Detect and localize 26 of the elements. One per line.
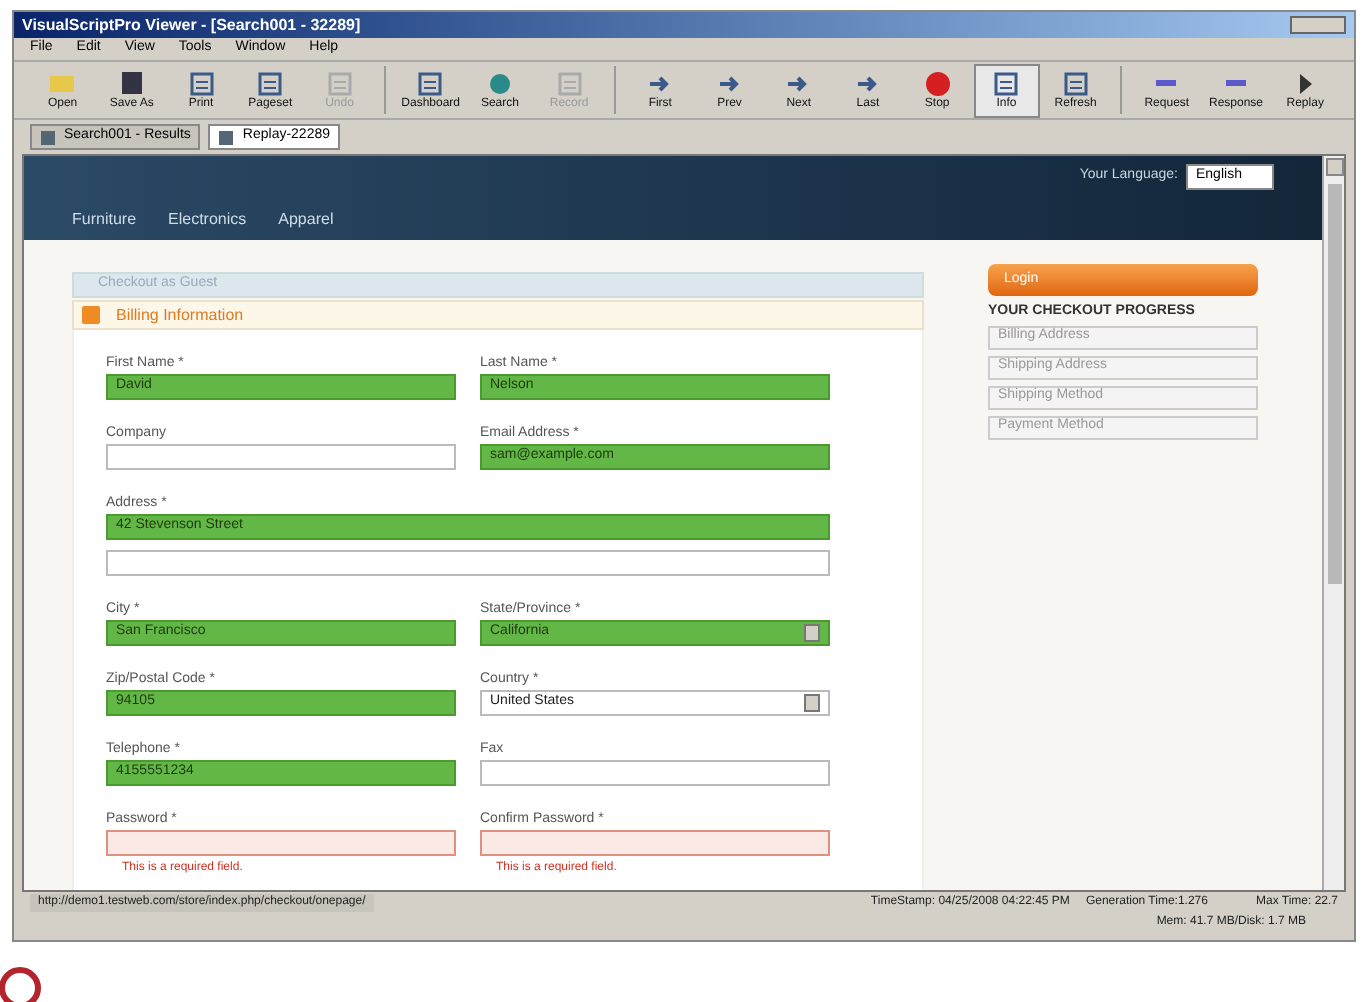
document-icon [187, 70, 216, 98]
input-field[interactable] [106, 550, 830, 576]
globe-icon [485, 70, 514, 98]
input-field[interactable] [106, 830, 456, 856]
section-icon [82, 306, 100, 324]
input-field[interactable] [106, 444, 456, 470]
stop-icon [923, 70, 952, 98]
section-title: Billing Information [116, 303, 244, 327]
document-icon [1061, 70, 1090, 98]
document-icon [992, 70, 1021, 98]
document-icon [256, 70, 285, 98]
document-icon [555, 70, 584, 98]
scroll-up-icon[interactable] [1325, 158, 1343, 176]
nav-link[interactable]: Electronics [168, 208, 247, 232]
nav-link[interactable]: Furniture [72, 208, 137, 232]
document-icon [416, 70, 445, 98]
input-field[interactable] [480, 760, 830, 786]
input-field[interactable] [480, 830, 830, 856]
window-title: VisualScriptPro Viewer - [Search001 - 32289] [22, 17, 361, 33]
scrollbar[interactable] [1322, 156, 1344, 890]
nav-link[interactable]: Apparel [278, 208, 334, 232]
document-icon [325, 70, 354, 98]
tab-icon [218, 129, 235, 145]
tab-icon [40, 129, 56, 145]
folder-icon [48, 70, 77, 98]
scroll-thumb[interactable] [1327, 184, 1341, 584]
